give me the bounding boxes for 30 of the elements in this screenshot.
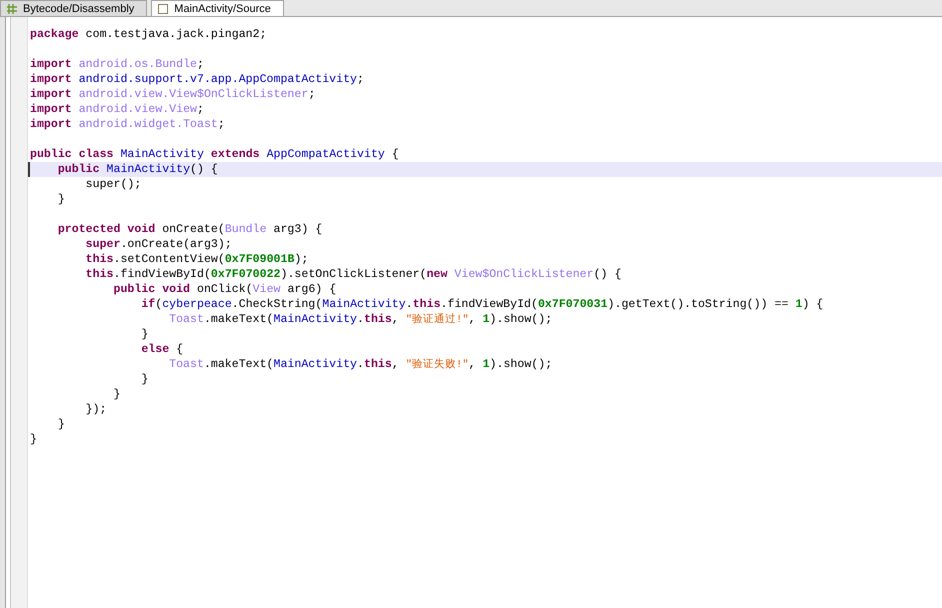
code-line: import android.os.Bundle; [29,57,205,72]
code-line: } [112,387,122,402]
code-line: } [56,192,66,207]
code-line: public void onClick(View arg6) { [112,282,338,297]
code-line: else { [140,342,184,357]
code-line: protected void onCreate(Bundle arg3) { [56,222,324,237]
code-line: package com.testjava.jack.pingan2; [29,27,268,42]
page-icon [158,4,168,14]
code-line: }); [84,402,108,417]
editor-tab[interactable]: Bytecode/Disassembly [0,0,148,16]
code-line: import android.support.v7.app.AppCompatActivity; [29,72,365,87]
code-line: Toast.makeText(MainActivity.this, "验证失败!", 1).show(); [168,357,554,372]
code-line: Toast.makeText(MainActivity.this, "验证通过!", 1).show(); [168,312,554,327]
code-line: if(cyberpeace.CheckString(MainActivity.this.findViewById(0x7F070031).getText().toString()) == 1) { [140,297,824,312]
code-line: } [140,327,150,342]
code-line: import android.view.View$OnClickListener; [29,87,316,102]
code-line: } [56,417,66,432]
code-line: import android.view.View; [29,102,205,117]
code-line: super(); [84,177,142,192]
code-line: public class MainActivity extends AppCompatActivity { [29,147,400,162]
code-line: this.findViewById(0x7F070022).setOnClickListener(new View$OnClickListener() { [84,267,622,282]
code-line: } [29,432,38,447]
binary-icon [7,4,17,14]
code-line: super.onCreate(arg3); [84,237,233,252]
code-line: } [140,372,150,387]
editor-tab[interactable]: MainActivity/Source [151,0,284,16]
tab-label: MainActivity/Source [174,2,271,14]
tab-label: Bytecode/Disassembly [23,2,134,14]
code-line: import android.widget.Toast; [29,117,226,132]
code-line: this.setContentView(0x7F09001B); [84,252,310,267]
